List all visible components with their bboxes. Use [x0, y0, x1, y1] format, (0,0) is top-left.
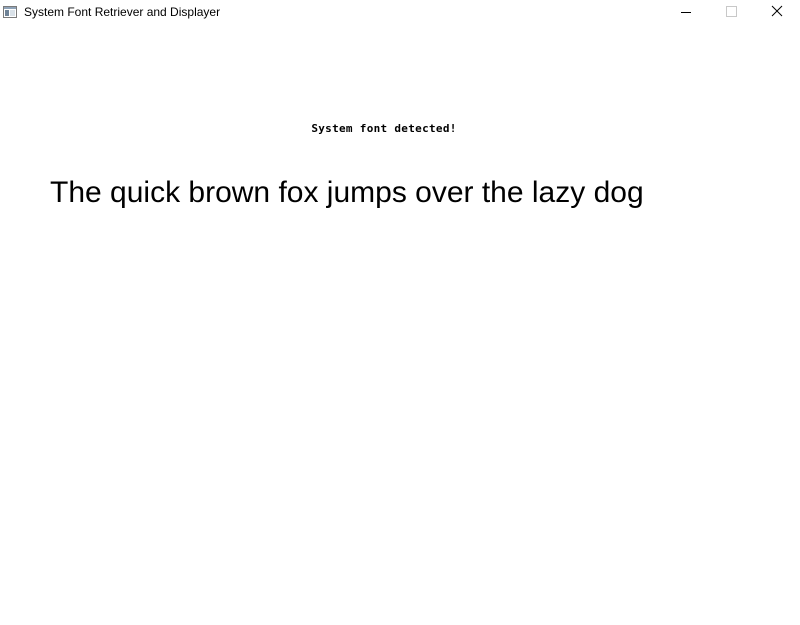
- maximize-button[interactable]: [709, 0, 755, 24]
- minimize-icon: [681, 12, 691, 13]
- window-title: System Font Retriever and Displayer: [24, 5, 221, 19]
- maximize-icon: [726, 6, 737, 17]
- minimize-button[interactable]: [663, 0, 709, 24]
- title-bar[interactable]: System Font Retriever and Displayer: [0, 0, 800, 24]
- app-window-icon[interactable]: [3, 5, 17, 18]
- close-icon: [771, 5, 783, 17]
- close-button[interactable]: [754, 0, 800, 24]
- app-window: System Font Retriever and Displayer Syst…: [0, 0, 800, 625]
- font-sample-text: The quick brown fox jumps over the lazy …: [50, 176, 644, 209]
- status-message: System font detected!: [311, 122, 457, 135]
- client-area: System font detected! The quick brown fo…: [0, 24, 800, 625]
